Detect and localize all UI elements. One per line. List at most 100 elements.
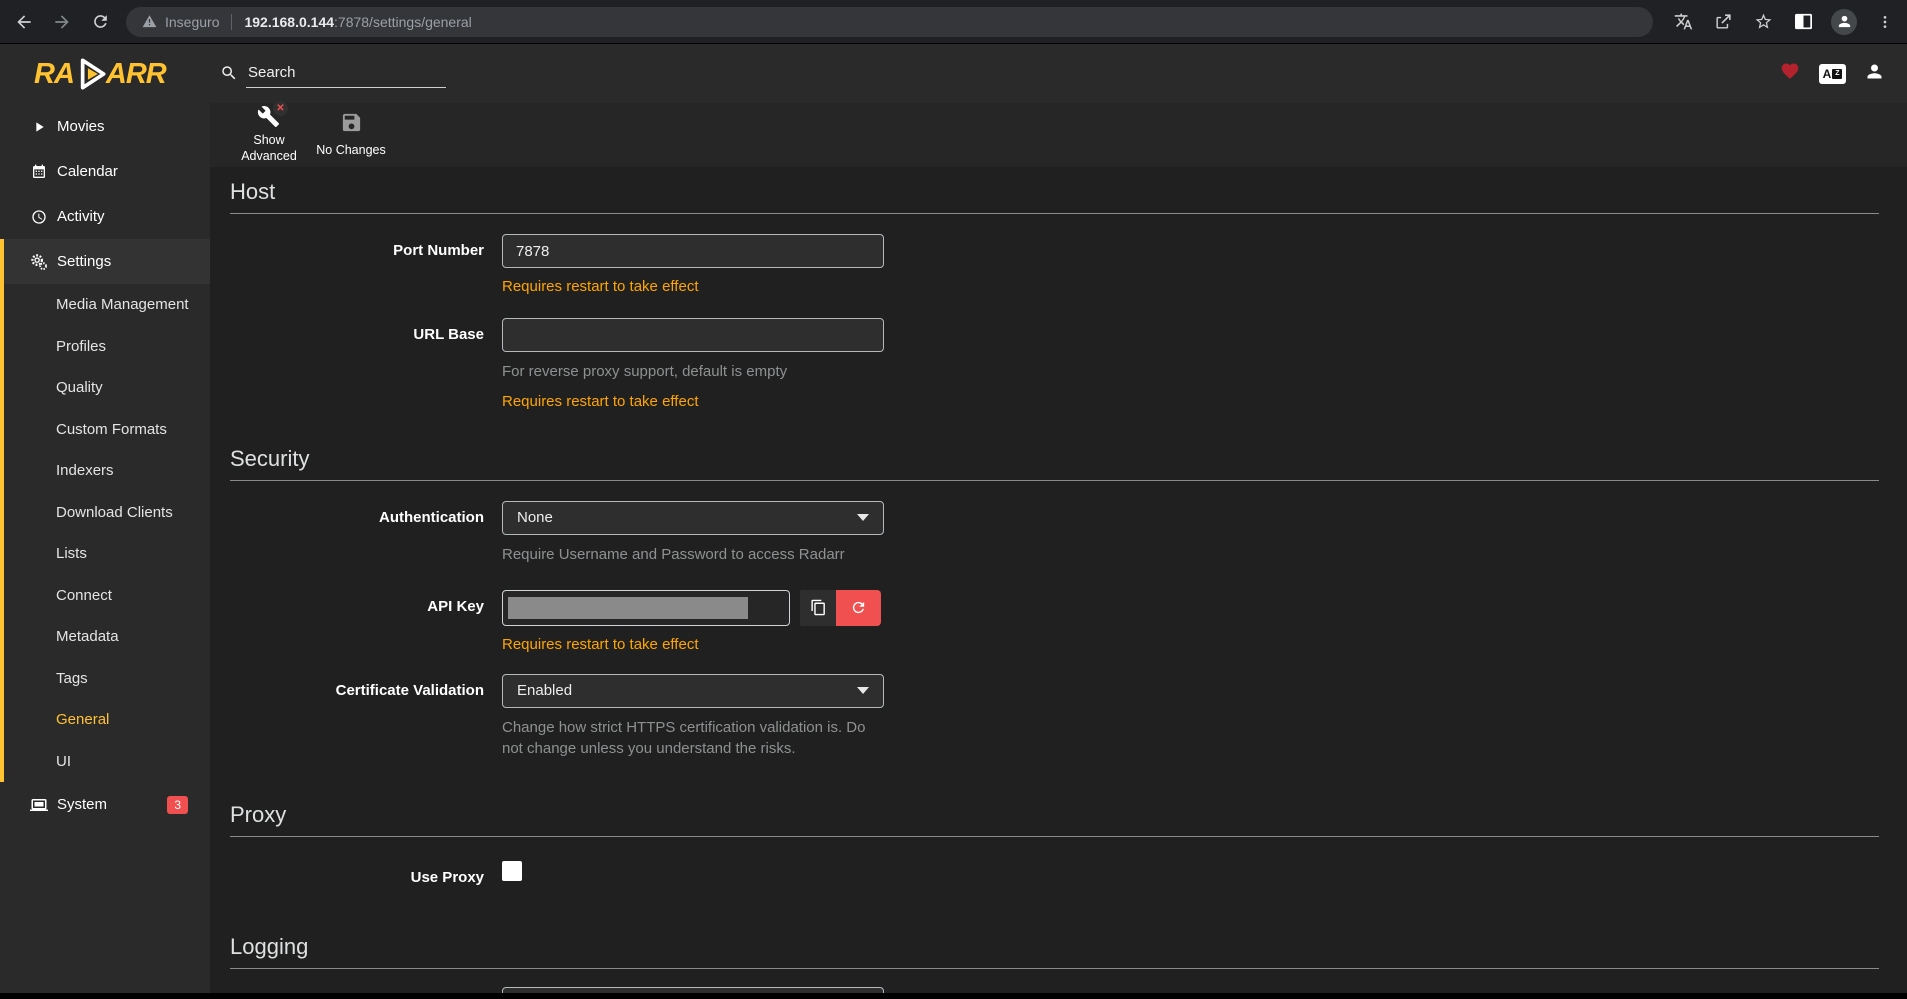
save-changes-button[interactable]: No Changes (316, 111, 386, 159)
chevron-down-icon (857, 514, 869, 521)
port-number-input[interactable] (502, 234, 884, 268)
sidebar-item-calendar[interactable]: Calendar (0, 149, 210, 194)
user-icon[interactable] (1864, 61, 1885, 87)
regenerate-api-key-button[interactable] (836, 590, 881, 626)
sidebar-item-label: System (57, 796, 107, 813)
use-proxy-label: Use Proxy (230, 861, 502, 886)
radarr-settings-general-page: Inseguro 192.168.0.144 :7878/settings/ge… (0, 0, 1907, 999)
sidebar-item-label: Quality (56, 379, 103, 396)
sidebar-item-movies[interactable]: Movies (0, 104, 210, 149)
authentication-helper: Require Username and Password to access … (502, 544, 884, 566)
use-proxy-row: Use Proxy (230, 861, 1879, 886)
api-key-row: API Key Re (230, 590, 1879, 653)
authentication-value: None (517, 509, 553, 526)
settings-nav-group: Settings Media Management Profiles Quali… (0, 239, 210, 782)
api-key-restart-warning: Requires restart to take effect (502, 636, 884, 653)
save-icon (340, 111, 363, 139)
security-section-title: Security (230, 446, 1879, 481)
calendar-icon (30, 164, 48, 180)
sidebar-item-quality[interactable]: Quality (4, 367, 210, 409)
browser-actions (1671, 9, 1897, 35)
host-section-title: Host (230, 179, 1879, 214)
translate-icon[interactable]: AZ (1819, 64, 1846, 84)
sidebar-item-system[interactable]: System 3 (0, 782, 210, 827)
proxy-section-title: Proxy (230, 802, 1879, 837)
sidebar-item-indexers[interactable]: Indexers (4, 450, 210, 492)
sidebar-item-profiles[interactable]: Profiles (4, 326, 210, 368)
browser-chrome: Inseguro 192.168.0.144 :7878/settings/ge… (0, 0, 1907, 44)
settings-content: Host Port Number Requires restart to tak… (210, 167, 1907, 993)
url-base-label: URL Base (230, 318, 502, 410)
window-bottom-edge (0, 993, 1907, 999)
search-input[interactable] (246, 60, 446, 88)
sidebar-item-download-clients[interactable]: Download Clients (4, 492, 210, 534)
sidebar-item-label: Profiles (56, 338, 106, 355)
show-advanced-label: Show Advanced (234, 133, 304, 164)
sidebar-item-connect[interactable]: Connect (4, 575, 210, 617)
certificate-validation-row: Certificate Validation Enabled Change ho… (230, 674, 1879, 761)
back-icon[interactable] (12, 10, 36, 34)
sidebar-item-general[interactable]: General (4, 699, 210, 741)
translate-page-icon[interactable] (1671, 10, 1695, 34)
reload-icon[interactable] (88, 10, 112, 34)
certificate-validation-helper: Change how strict HTTPS certification va… (502, 717, 884, 761)
laptop-icon (30, 796, 48, 814)
app-topbar: AZ (210, 44, 1907, 103)
play-logo-icon (69, 53, 111, 95)
sidebar-item-label: Movies (57, 118, 105, 135)
api-key-label: API Key (230, 590, 502, 653)
url-base-input[interactable] (502, 318, 884, 352)
share-icon[interactable] (1711, 10, 1735, 34)
sidebar-item-media-management[interactable]: Media Management (4, 284, 210, 326)
donate-heart-icon[interactable] (1779, 61, 1801, 86)
sidebar-item-label: Indexers (56, 462, 114, 479)
certificate-validation-label: Certificate Validation (230, 674, 502, 761)
search-icon (220, 64, 238, 82)
search-wrap (220, 60, 446, 88)
radarr-app: RA ARR Movies Calendar (0, 44, 1907, 993)
sidebar-item-custom-formats[interactable]: Custom Formats (4, 409, 210, 451)
sidebar-item-label: Activity (57, 208, 105, 225)
sidebar-item-label: Settings (57, 253, 111, 270)
settings-toolbar: ✕ Show Advanced No Changes (210, 103, 1907, 167)
sidebar-item-tags[interactable]: Tags (4, 658, 210, 700)
security-label: Inseguro (165, 14, 219, 30)
sidebar-item-activity[interactable]: Activity (0, 194, 210, 239)
authentication-select[interactable]: None (502, 501, 884, 535)
forward-icon[interactable] (50, 10, 74, 34)
api-key-input[interactable] (502, 590, 790, 626)
side-panel-icon[interactable] (1791, 10, 1815, 34)
sidebar-item-label: UI (56, 753, 71, 770)
gears-icon (30, 253, 48, 271)
sidebar-item-label: Metadata (56, 628, 119, 645)
use-proxy-checkbox[interactable] (502, 861, 522, 881)
main-area: AZ ✕ Show Advanced (210, 44, 1907, 993)
authentication-row: Authentication None Require Username and… (230, 501, 1879, 566)
certificate-validation-select[interactable]: Enabled (502, 674, 884, 708)
sidebar: RA ARR Movies Calendar (0, 44, 210, 993)
url-base-row: URL Base For reverse proxy support, defa… (230, 318, 1879, 410)
address-bar[interactable]: Inseguro 192.168.0.144 :7878/settings/ge… (126, 7, 1653, 37)
browser-profile-avatar[interactable] (1831, 9, 1857, 35)
sidebar-item-settings[interactable]: Settings (4, 239, 210, 284)
sidebar-item-label: Download Clients (56, 504, 173, 521)
radarr-logo[interactable]: RA ARR (0, 44, 210, 104)
port-number-label: Port Number (230, 234, 502, 295)
sidebar-item-lists[interactable]: Lists (4, 533, 210, 575)
browser-menu-icon[interactable] (1873, 10, 1897, 34)
not-secure-warning-icon[interactable] (142, 14, 157, 29)
system-health-badge: 3 (167, 796, 188, 814)
url-base-restart-warning: Requires restart to take effect (502, 393, 884, 410)
bookmark-star-icon[interactable] (1751, 10, 1775, 34)
sidebar-item-label: Tags (56, 670, 88, 687)
authentication-label: Authentication (230, 501, 502, 566)
sidebar-item-metadata[interactable]: Metadata (4, 616, 210, 658)
sidebar-item-label: Lists (56, 545, 87, 562)
wrench-icon: ✕ (257, 105, 281, 129)
browser-nav-buttons (12, 10, 112, 34)
show-advanced-button[interactable]: ✕ Show Advanced (234, 105, 304, 164)
copy-api-key-button[interactable] (800, 590, 836, 626)
address-divider (231, 14, 232, 30)
sidebar-item-ui[interactable]: UI (4, 741, 210, 783)
sidebar-item-label: Custom Formats (56, 421, 167, 438)
